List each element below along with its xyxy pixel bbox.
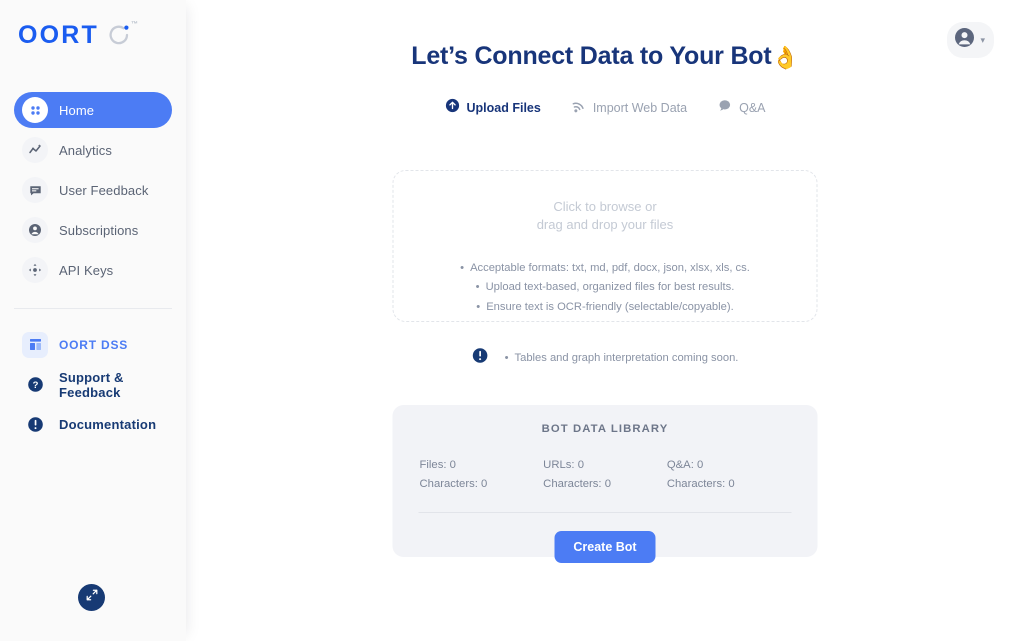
dropzone-line-2: drag and drop your files (536, 216, 674, 232)
coming-soon-note: Tables and graph interpretation coming s… (472, 347, 739, 369)
brand-name: OORT (18, 20, 100, 49)
sidebar: OORT ™ Home Analytics User Feedback Subs… (0, 0, 186, 641)
dropzone-hints: Acceptable formats: txt, md, pdf, docx, … (460, 259, 750, 317)
app-root: OORT ™ Home Analytics User Feedback Subs… (0, 0, 1024, 641)
bot-data-library-card: BOT DATA LIBRARY Files: 0 Characters: 0 … (392, 405, 818, 563)
sidebar-collapse-button[interactable] (78, 584, 105, 611)
sidebar-item-label: Home (59, 102, 95, 118)
tab-label: Upload Files (466, 101, 541, 115)
stat-characters: Characters: 0 (543, 477, 611, 490)
note-text: Tables and graph interpretation coming s… (505, 352, 739, 364)
chevron-down-icon: ▾ (980, 34, 985, 45)
library-stat-files: Files: 0 Characters: 0 (420, 456, 544, 494)
chat-icon (22, 177, 48, 203)
sidebar-item-label: Documentation (59, 417, 157, 432)
trademark-symbol: ™ (131, 21, 139, 28)
sidebar-item-label: Analytics (59, 142, 112, 158)
secondary-nav: OORT DSS ? Support & Feedback Documentat… (0, 327, 186, 442)
info-circle-icon (22, 412, 48, 438)
sidebar-item-support-feedback[interactable]: ? Support & Feedback (14, 367, 172, 402)
tab-label: Q&A (739, 101, 766, 115)
sidebar-item-label: User Feedback (59, 182, 149, 198)
sidebar-divider (14, 308, 172, 309)
library-divider (418, 511, 792, 513)
grid-icon (22, 97, 48, 123)
sidebar-item-label: Support & Feedback (59, 369, 124, 400)
page-title: Let’s Connect Data to Your Bot👌 (186, 42, 1024, 71)
brand-logo[interactable]: OORT ™ (0, 0, 186, 48)
tab-qa[interactable]: Q&A (717, 98, 766, 118)
stat-count: URLs: 0 (543, 459, 584, 471)
stat-count: Q&A: 0 (666, 459, 704, 471)
sidebar-item-documentation[interactable]: Documentation (14, 407, 172, 442)
library-actions: Create Bot (393, 530, 818, 563)
help-circle-icon: ? (22, 372, 48, 398)
sidebar-item-home[interactable]: Home (14, 92, 172, 128)
ok-hand-emoji: 👌 (771, 45, 799, 70)
sidebar-item-analytics[interactable]: Analytics (14, 132, 172, 168)
info-circle-icon (472, 347, 489, 369)
library-stats: Files: 0 Characters: 0 URLs: 0 Character… (393, 435, 818, 494)
dropzone-prompt: Click to browse or drag and drop your fi… (537, 198, 674, 233)
stat-characters: Characters: 0 (666, 477, 735, 490)
dropzone-hint: Ensure text is OCR-friendly (selectable/… (460, 298, 750, 317)
sidebar-item-label: Subscriptions (59, 222, 139, 238)
rss-signal-icon (571, 98, 586, 118)
create-bot-button[interactable]: Create Bot (554, 530, 656, 563)
page-title-text: Let’s Connect Data to Your Bot (411, 42, 772, 70)
stat-characters: Characters: 0 (419, 477, 488, 490)
sidebar-item-label: API Keys (59, 262, 114, 278)
dropzone-hint: Acceptable formats: txt, md, pdf, docx, … (460, 259, 750, 278)
main-content: ▾ Let’s Connect Data to Your Bot👌 Upload… (186, 0, 1024, 641)
sidebar-item-user-feedback[interactable]: User Feedback (14, 172, 172, 208)
brand-ring-icon: ™ (106, 21, 138, 48)
svg-text:?: ? (32, 380, 38, 391)
source-tabs: Upload Files Import Web Data Q&A (186, 98, 1024, 118)
sidebar-item-label: OORT DSS (59, 337, 129, 352)
sidebar-item-subscriptions[interactable]: Subscriptions (14, 212, 172, 248)
library-title: BOT DATA LIBRARY (541, 423, 669, 435)
dashboard-icon (22, 331, 48, 358)
tab-label: Import Web Data (592, 101, 688, 115)
tab-import-web-data[interactable]: Import Web Data (571, 98, 687, 118)
upload-circle-icon (445, 98, 460, 118)
account-menu-button[interactable]: ▾ (947, 22, 994, 58)
library-stat-urls: URLs: 0 Characters: 0 (543, 456, 667, 494)
tab-upload-files[interactable]: Upload Files (445, 98, 541, 118)
sidebar-item-oort-dss[interactable]: OORT DSS (14, 327, 172, 362)
file-dropzone[interactable]: Click to browse or drag and drop your fi… (392, 170, 818, 322)
dropzone-line-1: Click to browse or (553, 199, 657, 214)
person-icon (22, 217, 48, 243)
chat-bubble-icon (717, 98, 732, 118)
stat-count: Files: 0 (419, 459, 456, 471)
dropzone-hint: Upload text-based, organized files for b… (460, 278, 750, 297)
collapse-arrows-icon (85, 588, 99, 607)
api-keys-icon (22, 257, 48, 283)
library-stat-qa: Q&A: 0 Characters: 0 (667, 456, 791, 494)
analytics-icon (22, 137, 48, 163)
sidebar-item-api-keys[interactable]: API Keys (14, 252, 172, 288)
account-circle-icon (954, 27, 975, 53)
primary-nav: Home Analytics User Feedback Subscriptio… (0, 92, 186, 288)
